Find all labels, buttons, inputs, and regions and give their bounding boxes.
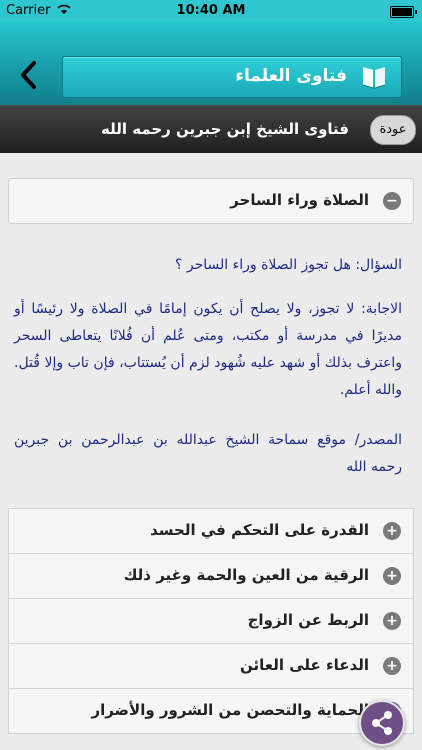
status-bar: Carrier 10:40 AM	[0, 0, 422, 22]
battery-icon	[390, 6, 417, 18]
list-item[interactable]: الربط عن الزواج +	[8, 598, 414, 644]
sub-header: فتاوى الشيخ إبن جبرين رحمه الله عودة	[0, 105, 422, 153]
list-item[interactable]: الدعاء على العائن +	[8, 643, 414, 689]
share-button[interactable]	[359, 700, 405, 746]
list-item-label: الحماية والتحصن من الشرور والأضرار	[91, 701, 369, 719]
sub-header-title: فتاوى الشيخ إبن جبرين رحمه الله	[101, 120, 349, 138]
list-item-label: الرقية من العين والحمة وغير ذلك	[123, 566, 369, 584]
list-item-label: الدعاء على العائن	[240, 656, 369, 674]
answer-text: الاجابة: لا تجوز، ولا يصلح أن يكون إمامً…	[14, 301, 402, 398]
back-button[interactable]: عودة	[370, 115, 416, 145]
app-header: فتاوى العلماء	[0, 22, 422, 105]
list-item[interactable]: الرقية من العين والحمة وغير ذلك +	[8, 553, 414, 599]
source-text: المصدر/ موقع سماحة الشيخ عبدالله بن عبدا…	[14, 432, 402, 475]
list-item-label: القدرة على التحكم في الحسد	[150, 521, 369, 539]
minus-circle-icon: −	[383, 192, 401, 210]
plus-circle-icon: +	[383, 522, 401, 540]
question-text: السؤال: هل تجوز الصلاة وراء الساحر ؟	[175, 257, 402, 273]
app-title-box: فتاوى العلماء	[62, 56, 402, 98]
section-header-open[interactable]: الصلاة وراء الساحر −	[8, 178, 414, 224]
section-title: الصلاة وراء الساحر	[230, 191, 369, 209]
list-item[interactable]: القدرة على التحكم في الحسد +	[8, 508, 414, 554]
plus-circle-icon: +	[383, 567, 401, 585]
book-icon	[359, 63, 389, 91]
plus-circle-icon: +	[383, 612, 401, 630]
chevron-left-icon[interactable]	[18, 60, 46, 96]
plus-circle-icon: +	[383, 657, 401, 675]
status-time: 10:40 AM	[176, 3, 246, 18]
list-item-label: الربط عن الزواج	[247, 611, 369, 629]
list-item[interactable]: الحماية والتحصن من الشرور والأضرار +	[8, 688, 414, 734]
page-title: فتاوى العلماء	[235, 66, 347, 86]
share-icon	[372, 711, 392, 735]
